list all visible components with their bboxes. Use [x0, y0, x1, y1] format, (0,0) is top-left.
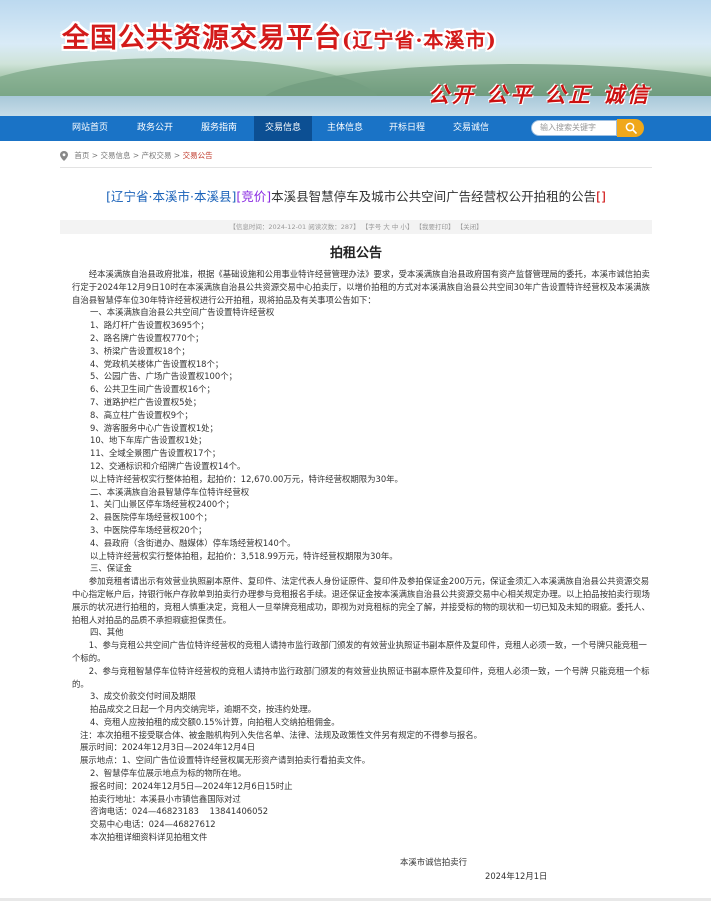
- detail-line: 拍品成交之日起一个月内交纳完毕，逾期不交，按违约处理。: [90, 704, 317, 715]
- list-item: 10、地下车库广告设置权1处；: [90, 435, 207, 446]
- nav-item-gov-affairs[interactable]: 政务公开: [126, 116, 184, 141]
- list-item: 6、公共卫生间广告设置权16个；: [90, 384, 215, 395]
- list-item: 1、路灯杆广告设置权3695个；: [90, 320, 209, 331]
- location-pin-icon: [60, 150, 68, 161]
- section-title: 二、本溪满族自治县智慧停车位特许经营权: [90, 486, 250, 497]
- breadcrumb-property-trade[interactable]: 产权交易: [142, 151, 172, 160]
- nav-item-entity-info[interactable]: 主体信息: [316, 116, 374, 141]
- signature: 本溪市诚信拍卖行: [400, 857, 467, 867]
- search-icon: [625, 122, 637, 134]
- site-subtitle: (辽宁省·本溪市): [342, 28, 497, 52]
- breadcrumb-separator: >: [130, 151, 142, 160]
- article-heading: [辽宁省·本溪市·本溪县][竞价]本溪县智慧停车及城市公共空间广告经营权公开拍租…: [60, 186, 652, 205]
- list-item: 7、道路护栏广告设置权5处；: [90, 396, 202, 407]
- list-item: 8、高立柱广告设置权9个；: [90, 409, 193, 420]
- detail-line: 2、智慧停车位展示地点为标的物所在地。: [90, 768, 247, 779]
- search-button[interactable]: [617, 119, 644, 137]
- nav-item-trade-credit[interactable]: 交易诚信: [442, 116, 500, 141]
- deposit-paragraph: 参加竞租者请出示有效营业执照副本原件、复印件、法定代表人身份证原件、复印件及参拍…: [72, 576, 650, 625]
- list-item: 5、公园广告、广场广告设置权100个；: [90, 371, 237, 382]
- detail-line: 拍卖行地址：本溪县小市镇信鑫国际对过: [90, 793, 241, 804]
- site-title-text: 全国公共资源交易平台: [62, 23, 342, 54]
- breadcrumb: 首页 > 交易信息 > 产权交易 > 交易公告: [60, 150, 213, 164]
- detail-line: 3、成交价款交付时间及期限: [90, 691, 196, 702]
- breadcrumb-trade-info[interactable]: 交易信息: [100, 151, 130, 160]
- intro-paragraph: 经本溪满族自治县政府批准，根据《基础设施和公用事业特许经营管理办法》要求，受本溪…: [72, 269, 650, 305]
- list-item: 9、游客服务中心广告设置权1处；: [90, 422, 218, 433]
- detail-line: 4、竞租人应按拍租的成交额0.15%计算，向拍租人交纳拍租佣金。: [90, 716, 340, 727]
- list-item: 4、党政机关楼体广告设置权18个；: [90, 358, 224, 369]
- site-title[interactable]: 全国公共资源交易平台(辽宁省·本溪市): [62, 16, 497, 55]
- nav-item-home[interactable]: 网站首页: [62, 116, 118, 141]
- site-banner: 全国公共资源交易平台(辽宁省·本溪市) 公开 公平 公正 诚信: [0, 0, 711, 116]
- detail-line: 展示地点：1、空间广告位设置特许经营权属无形资产请到拍卖行看拍卖文件。: [80, 755, 371, 766]
- divider: [60, 167, 652, 168]
- breadcrumb-current[interactable]: 交易公告: [183, 151, 213, 160]
- nav-item-trade-info[interactable]: 交易信息: [254, 116, 312, 141]
- nav-item-service-guide[interactable]: 服务指南: [190, 116, 248, 141]
- heading-tail: []: [596, 189, 606, 204]
- list-item: 11、全域全景图广告设置权17个；: [90, 448, 221, 459]
- site-slogan: 公开 公平 公正 诚信: [428, 82, 651, 107]
- section-title: 三、保证金: [90, 563, 132, 574]
- nav-item-bid-schedule[interactable]: 开标日程: [378, 116, 436, 141]
- signature-date: 2024年12月1日: [485, 871, 548, 881]
- detail-line: 报名时间：2024年12月5日—2024年12月6日15时止: [90, 780, 293, 791]
- detail-line: 展示时间：2024年12月3日—2024年12月4日: [80, 742, 256, 753]
- heading-title: 本溪县智慧停车及城市公共空间广告经营权公开拍租的公告: [271, 189, 597, 204]
- list-item: 3、桥梁广告设置权18个；: [90, 345, 190, 356]
- list-item: 1、关门山景区停车场经营权2400个；: [90, 499, 234, 510]
- breadcrumb-home[interactable]: 首页: [74, 151, 89, 160]
- section-title: 一、本溪满族自治县公共空间广告设置特许经营权: [90, 307, 275, 318]
- breadcrumb-separator: >: [171, 151, 183, 160]
- other-paragraph: 2、参与竞租智慧停车位特许经营权的竞租人请持市监行政部门颁发的有效营业执照证书副…: [72, 665, 650, 689]
- article-body: 经本溪满族自治县政府批准，根据《基础设施和公用事业特许经营管理办法》要求，受本溪…: [72, 268, 652, 844]
- list-item: 12、交通标识和介绍牌广告设置权14个。: [90, 460, 246, 471]
- breadcrumb-separator: >: [89, 151, 101, 160]
- detail-line: 本次拍租详细资料详见拍租文件: [90, 832, 208, 843]
- section-summary: 以上特许经营权实行整体拍租，起拍价：3,518.99万元，特许经营权期限为30年…: [90, 550, 398, 561]
- other-paragraph: 1、参与竞租公共空间广告位特许经营权的竞租人请持市监行政部门颁发的有效营业执照证…: [72, 640, 647, 663]
- section-summary: 以上特许经营权实行整体拍租，起拍价：12,670.00万元，特许经营权期限为30…: [90, 473, 403, 484]
- doc-title: 拍租公告: [329, 246, 382, 261]
- search-input[interactable]: 输入搜索关键字: [531, 120, 617, 136]
- list-item: 4、县政府（含街道办、融媒体）停车场经营权140个。: [90, 537, 296, 548]
- detail-line: 注：本次拍租不接受联合体、被金融机构列入失信名单、法律、法规及政策性文件另有规定…: [80, 729, 482, 740]
- detail-line: 咨询电话：024—46823183 13841406052: [90, 806, 269, 817]
- list-item: 3、中医院停车场经营权20个；: [90, 524, 207, 535]
- list-item: 2、路名牌广告设置权770个；: [90, 332, 204, 343]
- list-item: 2、县医院停车场经营权100个；: [90, 512, 212, 523]
- detail-line: 交易中心电话：024—46827612: [90, 819, 216, 830]
- section-title: 四、其他: [90, 627, 124, 638]
- heading-type: [竞价]: [236, 189, 272, 204]
- heading-region: [辽宁省·本溪市·本溪县]: [106, 189, 237, 204]
- article-meta[interactable]: 【信息时间：2024-12-01 阅读次数：287】 【字号 大 中 小】 【我…: [60, 220, 652, 234]
